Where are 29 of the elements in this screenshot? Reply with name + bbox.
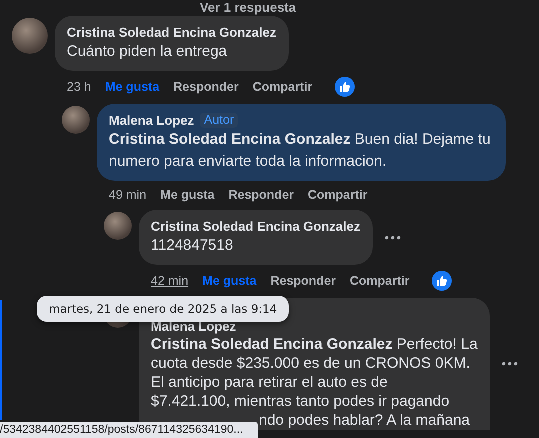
avatar[interactable] <box>12 18 48 54</box>
like-reaction-icon[interactable] <box>334 77 355 97</box>
author-name[interactable]: Cristina Soledad Encina Gonzalez <box>151 218 360 235</box>
comment-text: Cuánto piden la entrega <box>67 42 228 62</box>
author-name[interactable]: Malena Lopez <box>109 112 194 129</box>
more-options-icon[interactable] <box>502 362 518 366</box>
reply-link[interactable]: Responder <box>174 79 239 95</box>
share-link[interactable]: Compartir <box>252 79 313 95</box>
share-link[interactable]: Compartir <box>350 273 410 289</box>
view-replies-link[interactable]: Ver 1 respuesta <box>200 0 296 16</box>
reply-link[interactable]: Responder <box>270 273 336 289</box>
author-name[interactable]: Cristina Soledad Encina Gonzalez <box>67 24 276 41</box>
comment-text: Cristina Soledad Encina Gonzalez Buen dia! Dejame tu numero para enviarte toda la informacion. <box>109 130 492 172</box>
like-link[interactable]: Me gusta <box>160 187 215 203</box>
avatar[interactable] <box>62 106 90 134</box>
more-options-icon[interactable] <box>384 236 400 240</box>
avatar[interactable] <box>104 212 132 240</box>
author-badge: Autor <box>200 113 238 128</box>
status-bar-url: /5342384402551158/posts/867114325634190... <box>0 422 258 438</box>
like-reaction-icon[interactable] <box>432 271 452 291</box>
share-link[interactable]: Compartir <box>308 187 368 203</box>
reply-link[interactable]: Responder <box>228 187 294 203</box>
timestamp-tooltip: martes, 21 de enero de 2025 a las 9:14 <box>37 296 290 322</box>
timestamp-link[interactable]: 23 h <box>67 79 92 95</box>
like-link[interactable]: Me gusta <box>202 273 257 289</box>
timestamp-link[interactable]: 42 min <box>151 273 189 289</box>
like-link[interactable]: Me gusta <box>105 79 160 95</box>
timestamp-link[interactable]: 49 min <box>109 187 147 203</box>
comment-text: 1124847518 <box>151 236 234 256</box>
